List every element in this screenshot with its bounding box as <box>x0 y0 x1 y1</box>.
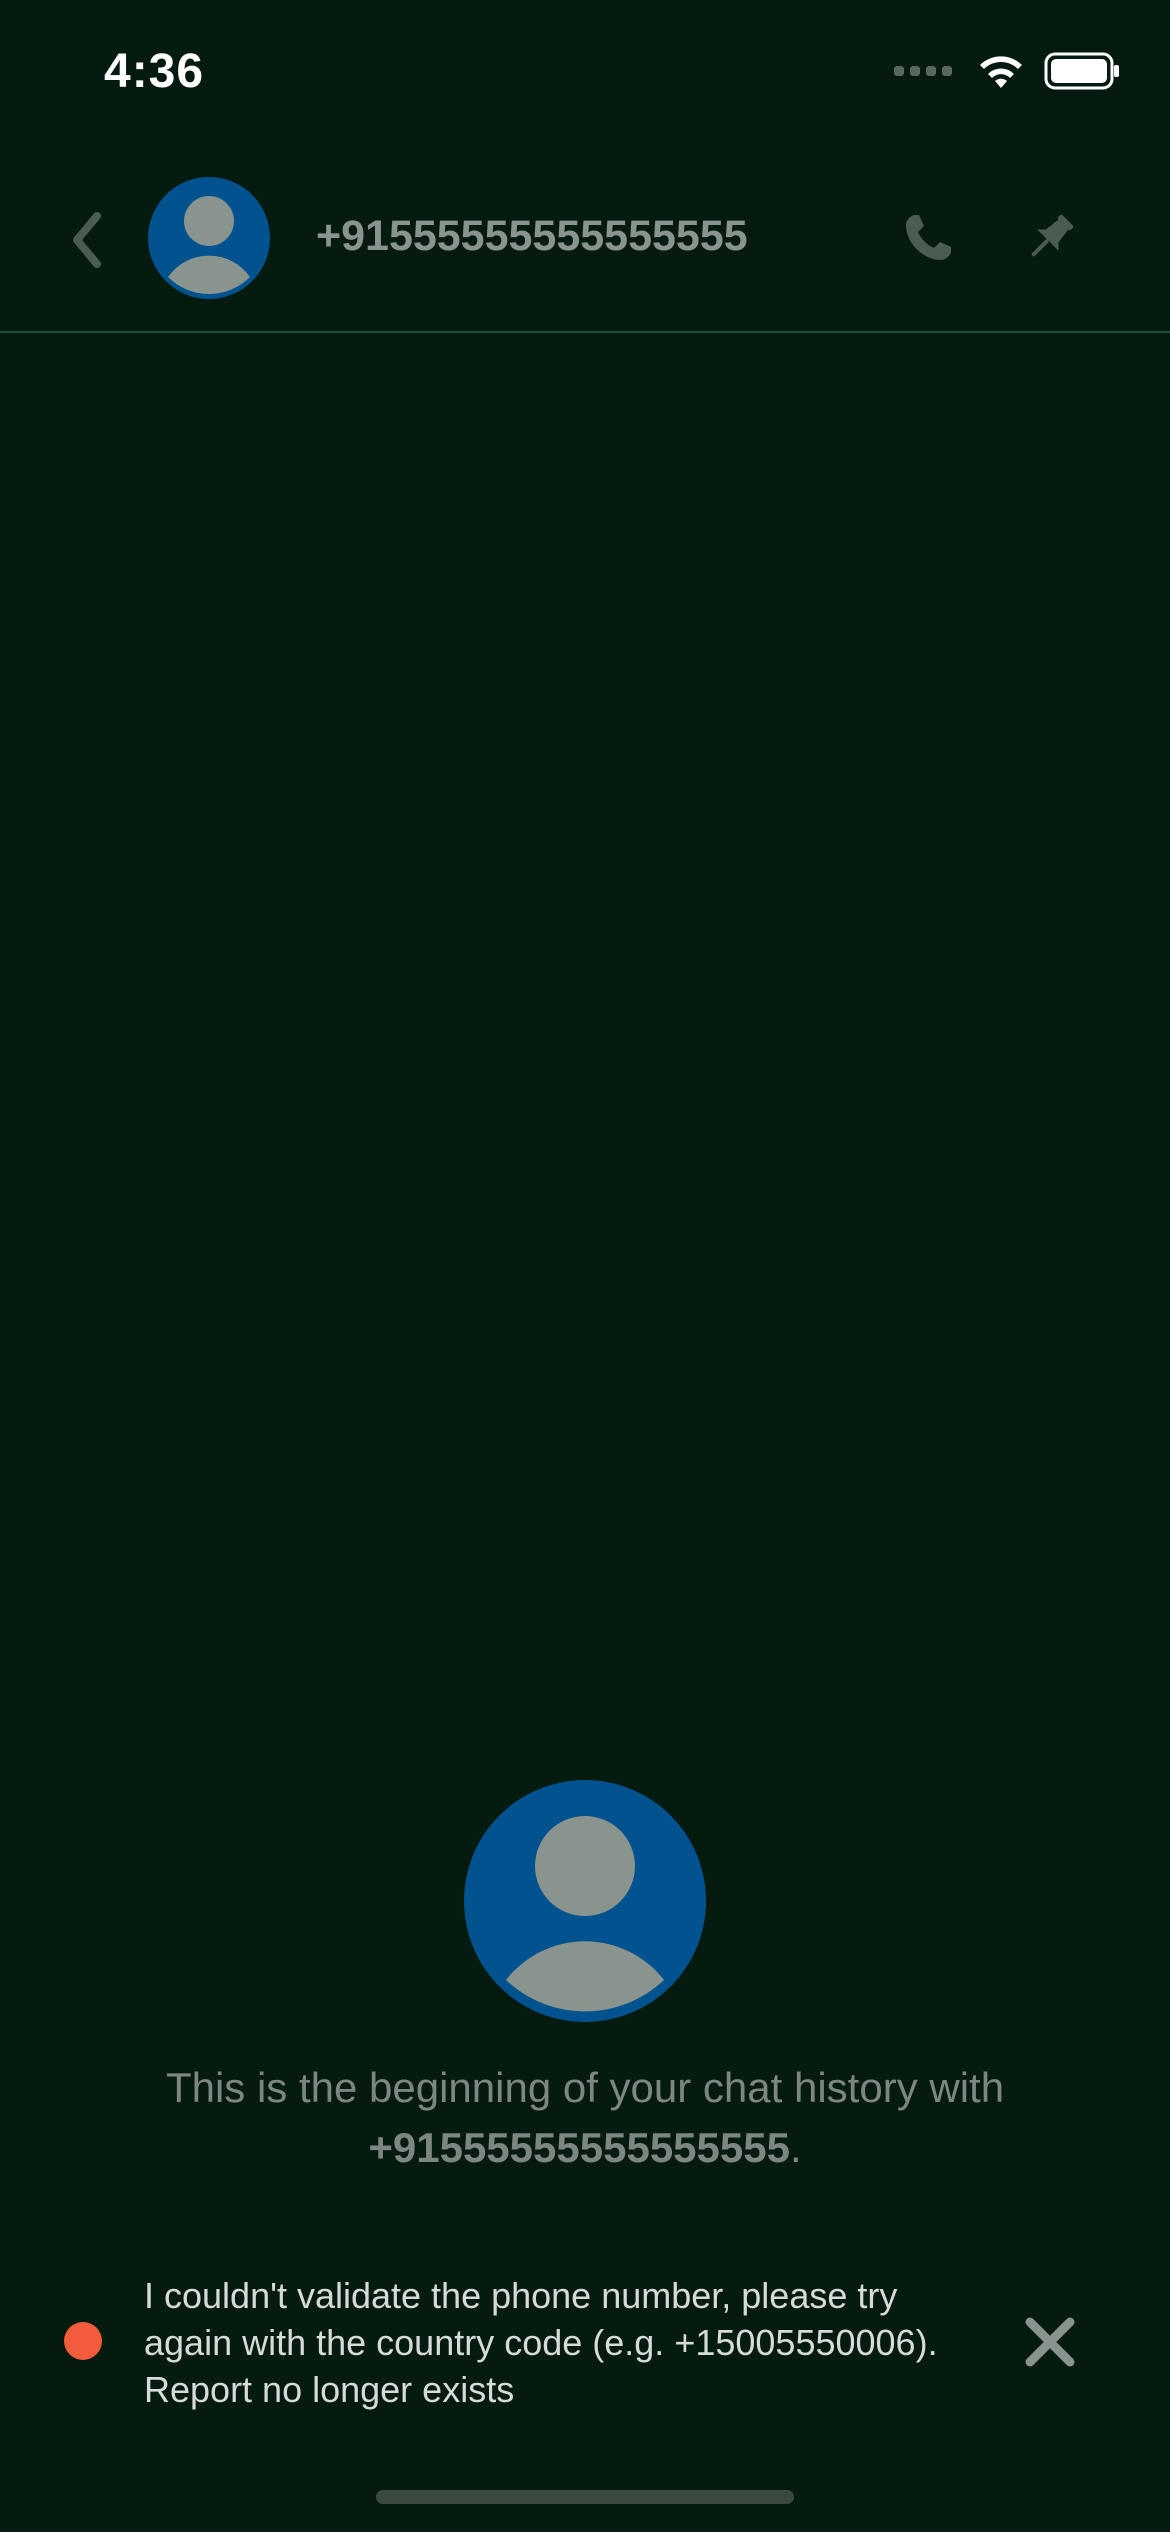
call-button[interactable] <box>898 208 958 268</box>
intro-suffix: . <box>789 2124 802 2171</box>
phone-icon <box>906 215 951 260</box>
pin-icon <box>1031 214 1074 257</box>
error-indicator-dot <box>64 2322 102 2360</box>
intro-contact-name: +91555555555555555 <box>368 2124 790 2171</box>
error-line: again with the country code (e.g. +15005… <box>144 2322 938 2363</box>
intro-prefix: This is the beginning of your chat histo… <box>165 2064 1005 2111</box>
back-button[interactable] <box>62 205 112 275</box>
contact-name[interactable]: +91555555555555555 <box>316 212 748 261</box>
pin-button[interactable] <box>1020 208 1080 268</box>
contact-avatar[interactable] <box>148 177 270 299</box>
chat-screen: 4:36 +91555555555555555 This is the begi… <box>0 0 1170 2532</box>
chevron-left-icon <box>73 212 101 268</box>
contact-avatar-large <box>464 1780 706 2022</box>
close-icon <box>1025 2317 1075 2367</box>
error-message: I couldn't validate the phone number, pl… <box>144 2272 1014 2413</box>
error-line: Report no longer exists <box>144 2369 515 2410</box>
error-line: I couldn't validate the phone number, pl… <box>144 2275 898 2316</box>
chat-history-intro: This is the beginning of your chat histo… <box>80 2058 1090 2178</box>
home-indicator[interactable] <box>376 2490 794 2504</box>
person-icon <box>168 196 250 294</box>
chat-header: +91555555555555555 <box>0 0 1170 333</box>
dismiss-error-button[interactable] <box>1018 2310 1082 2374</box>
person-icon <box>506 1816 664 2012</box>
